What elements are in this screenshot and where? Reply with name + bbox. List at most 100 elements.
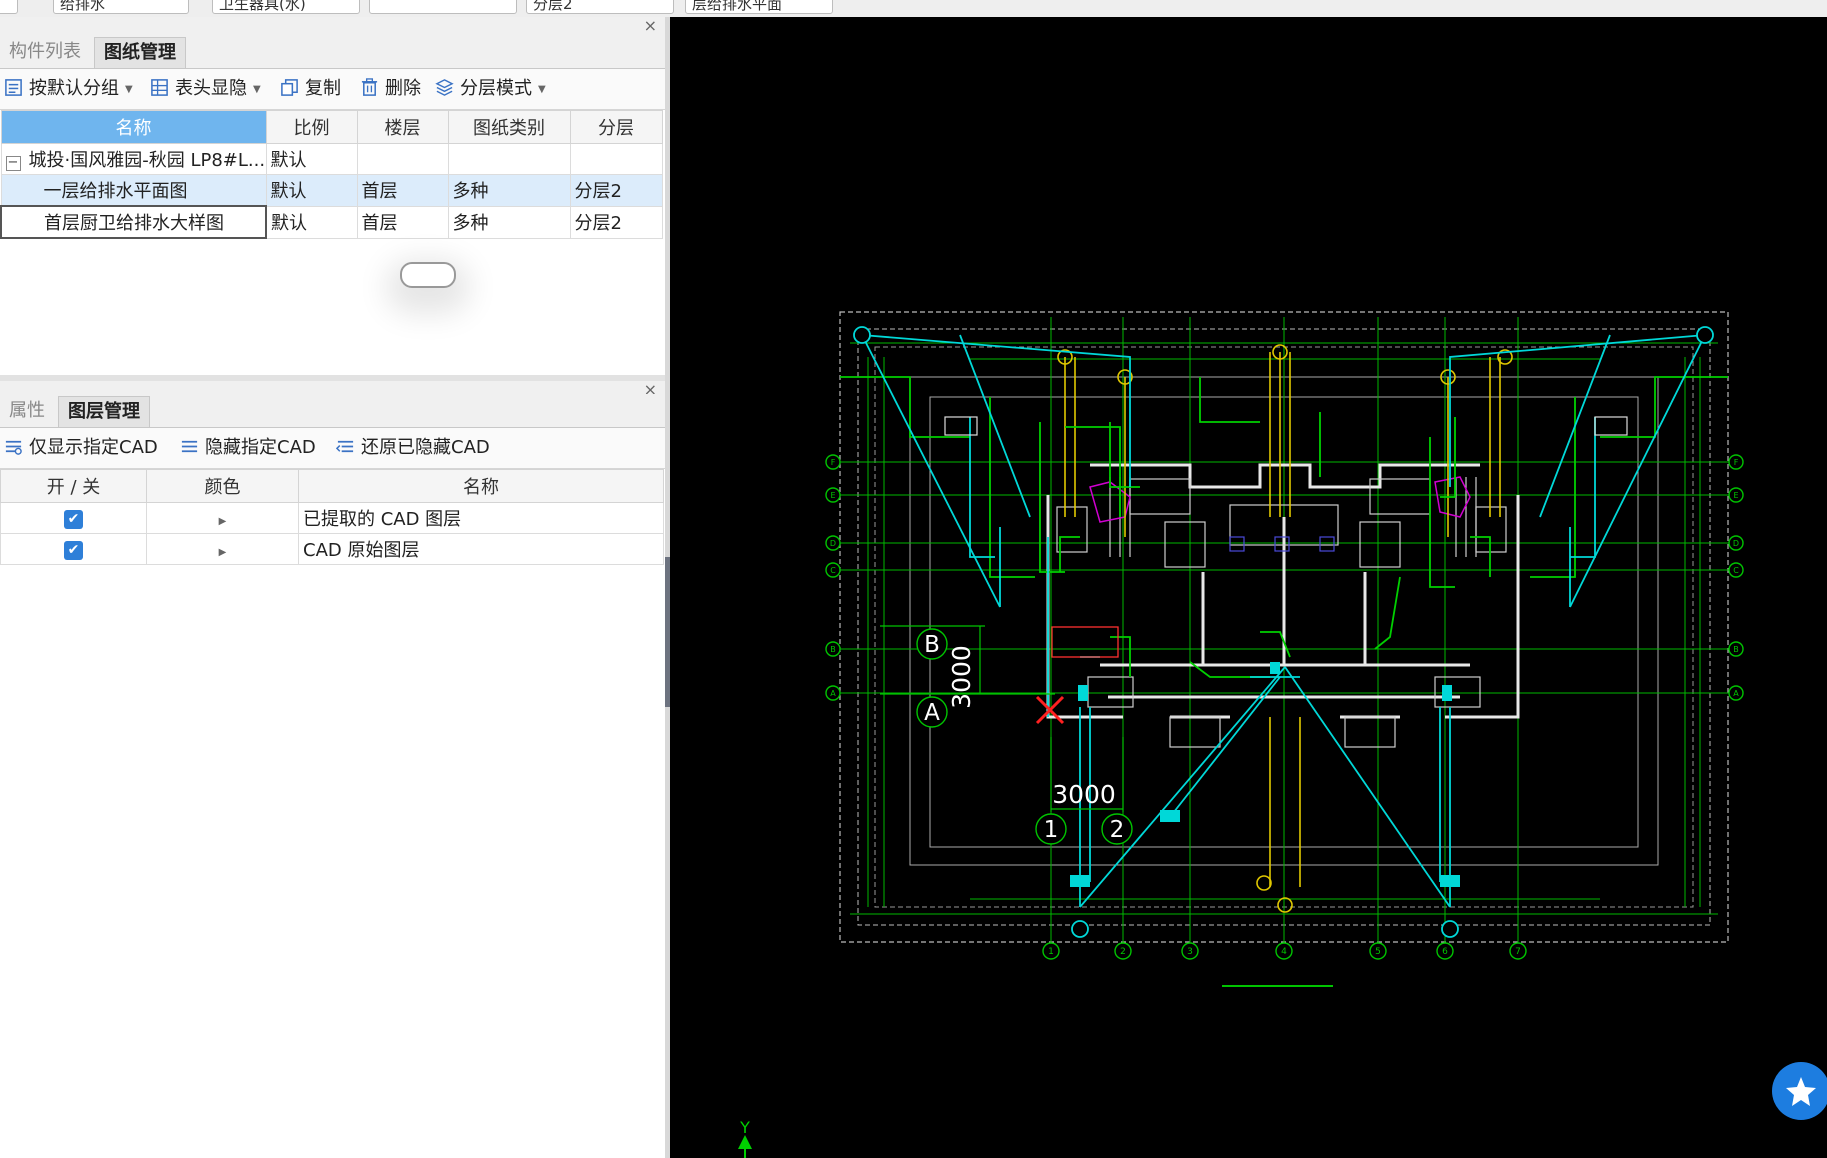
left-panel: × 构件列表 图纸管理 按默认分组 ▼ 表头显隐 ▼ 复制 删除 分层模式 ▼ 名称 … <box>0 16 665 1158</box>
table-row[interactable]: ✔ ▶ 已提取的 CAD 图层 <box>0 502 664 534</box>
drawing-pane-header: × <box>0 16 665 35</box>
grid-row-label: F <box>831 458 836 467</box>
hide-cad-button[interactable]: 隐藏指定CAD <box>180 428 316 468</box>
copy-icon <box>281 79 298 96</box>
close-icon[interactable]: × <box>644 16 657 35</box>
combo-empty[interactable] <box>369 0 517 14</box>
grid-row-label: B <box>1733 645 1739 654</box>
show-only-cad-button[interactable]: 仅显示指定CAD <box>4 428 158 468</box>
cell-floor: 首层 <box>356 174 449 207</box>
cell-layer: 分层2 <box>569 174 663 207</box>
table-header-row: 名称 比例 楼层 图纸类别 分层 <box>0 110 663 144</box>
checkbox-checked-icon[interactable]: ✔ <box>64 541 83 560</box>
cell-scale: 默认 <box>265 205 358 239</box>
dimension-horizontal: 3000 <box>1052 780 1116 809</box>
column-header-layer[interactable]: 分层 <box>569 110 663 144</box>
table-row[interactable]: 一层给排水平面图 默认 首层 多种 分层2 <box>0 174 663 207</box>
cell-color[interactable]: ▶ <box>146 533 299 565</box>
favorite-button[interactable] <box>1772 1062 1827 1120</box>
checkbox-checked-icon[interactable]: ✔ <box>64 510 83 529</box>
cell-scale: 默认 <box>265 143 358 175</box>
cell-name[interactable]: 首层厨卫给排水大样图 <box>0 205 267 239</box>
cell-floor: 首层 <box>356 205 449 239</box>
cell-layer <box>569 143 663 175</box>
grid-row-label: B <box>830 645 836 654</box>
layer-table: 开 / 关 颜色 名称 ✔ ▶ 已提取的 CAD 图层 ✔ ▶ CAD 原始图层 <box>0 469 664 565</box>
cell-category: 多种 <box>447 174 571 207</box>
grid-marker-1: 1 <box>1044 817 1059 843</box>
tab-drawing-management[interactable]: 图纸管理 <box>94 37 186 68</box>
grid-row-label: D <box>1733 539 1739 548</box>
cell-category: 多种 <box>447 205 571 239</box>
table-row[interactable]: 首层厨卫给排水大样图 默认 首层 多种 分层2 <box>0 205 663 239</box>
cell-floor <box>356 143 449 175</box>
combo-first[interactable] <box>0 0 18 14</box>
grid-col-label: 2 <box>1120 947 1126 957</box>
layer-mode-button[interactable]: 分层模式 ▼ <box>435 69 546 109</box>
drawing-table: 名称 比例 楼层 图纸类别 分层 − 城投·国风雅园-秋园 LP8#L... 默认… <box>0 110 663 239</box>
combo-drawing[interactable]: 层给排水平面 <box>685 0 833 14</box>
grid-row-label: C <box>1733 566 1739 575</box>
cell-name: 已提取的 CAD 图层 <box>298 502 664 534</box>
cad-canvas[interactable]: F E D C B A F E D C B A 1 2 3 4 5 6 7 B … <box>670 17 1827 1158</box>
column-header-floor[interactable]: 楼层 <box>356 110 449 144</box>
axis-y-label: Y <box>739 1118 750 1137</box>
grid-marker-b: B <box>924 632 940 658</box>
header-visibility-button[interactable]: 表头显隐 ▼ <box>150 69 261 109</box>
ucs-axis-icon: Y <box>738 1118 752 1158</box>
show-layer-icon <box>5 440 22 455</box>
collapse-icon[interactable]: − <box>5 156 21 171</box>
tab-component-list[interactable]: 构件列表 <box>0 37 90 67</box>
floor-plan-drawing[interactable]: F E D C B A F E D C B A 1 2 3 4 5 6 7 B … <box>670 17 1827 1158</box>
grid-col-label: 5 <box>1375 947 1381 957</box>
column-header-name[interactable]: 名称 <box>298 469 664 503</box>
group-by-default-button[interactable]: 按默认分组 ▼ <box>4 69 133 109</box>
column-header-color[interactable]: 颜色 <box>146 469 299 503</box>
table-row[interactable]: ✔ ▶ CAD 原始图层 <box>0 533 664 565</box>
table-icon <box>151 79 168 96</box>
restore-cad-button[interactable]: 还原已隐藏CAD <box>336 428 490 468</box>
trash-icon <box>361 78 378 96</box>
chevron-down-icon: ▼ <box>253 84 261 95</box>
grid-row-label: D <box>830 539 836 548</box>
combo-system[interactable]: 给排水 <box>53 0 189 14</box>
combo-layer[interactable]: 分层2 <box>526 0 674 14</box>
chevron-down-icon: ▼ <box>538 84 546 95</box>
hide-layer-icon <box>181 440 198 453</box>
expand-arrow-icon[interactable]: ▶ <box>219 547 227 558</box>
star-icon <box>1786 1077 1816 1106</box>
tree-node-project[interactable]: − 城投·国风雅园-秋园 LP8#L... <box>0 143 267 175</box>
copy-button[interactable]: 复制 <box>280 69 341 109</box>
column-header-toggle[interactable]: 开 / 关 <box>0 469 147 503</box>
cell-toggle[interactable]: ✔ <box>0 502 147 534</box>
grid-row-label: F <box>1734 458 1739 467</box>
column-header-category[interactable]: 图纸类别 <box>447 110 571 144</box>
drag-handle[interactable] <box>400 262 456 288</box>
group-icon <box>5 79 22 96</box>
cell-name[interactable]: 一层给排水平面图 <box>0 174 267 207</box>
column-header-scale[interactable]: 比例 <box>265 110 358 144</box>
delete-button[interactable]: 删除 <box>360 69 421 109</box>
cell-color[interactable]: ▶ <box>146 502 299 534</box>
grid-col-label: 1 <box>1048 947 1054 957</box>
cell-scale: 默认 <box>265 174 358 207</box>
combo-component-type[interactable]: 卫生器具(水) <box>212 0 360 14</box>
chevron-down-icon: ▼ <box>125 84 133 95</box>
table-row-parent[interactable]: − 城投·国风雅园-秋园 LP8#L... 默认 <box>0 143 663 175</box>
drawing-toolbar: 按默认分组 ▼ 表头显隐 ▼ 复制 删除 分层模式 ▼ <box>0 69 665 110</box>
grid-col-label: 7 <box>1515 947 1521 957</box>
dimension-vertical: 3000 <box>947 645 976 709</box>
layers-icon <box>435 79 454 96</box>
tab-properties[interactable]: 属性 <box>0 396 54 426</box>
column-header-name[interactable]: 名称 <box>0 110 267 144</box>
grid-row-label: A <box>1733 689 1739 698</box>
cell-toggle[interactable]: ✔ <box>0 533 147 565</box>
grid-col-label: 4 <box>1281 947 1287 957</box>
table-header-row: 开 / 关 颜色 名称 <box>0 469 664 503</box>
expand-arrow-icon[interactable]: ▶ <box>219 516 227 527</box>
grid-col-label: 6 <box>1442 947 1448 957</box>
grid-row-label: C <box>830 566 836 575</box>
tab-layer-management[interactable]: 图层管理 <box>58 396 150 427</box>
grid-row-label: E <box>1733 491 1738 500</box>
axis-dimension-annotation[interactable]: B A 1 2 3000 3000 <box>880 625 1133 845</box>
